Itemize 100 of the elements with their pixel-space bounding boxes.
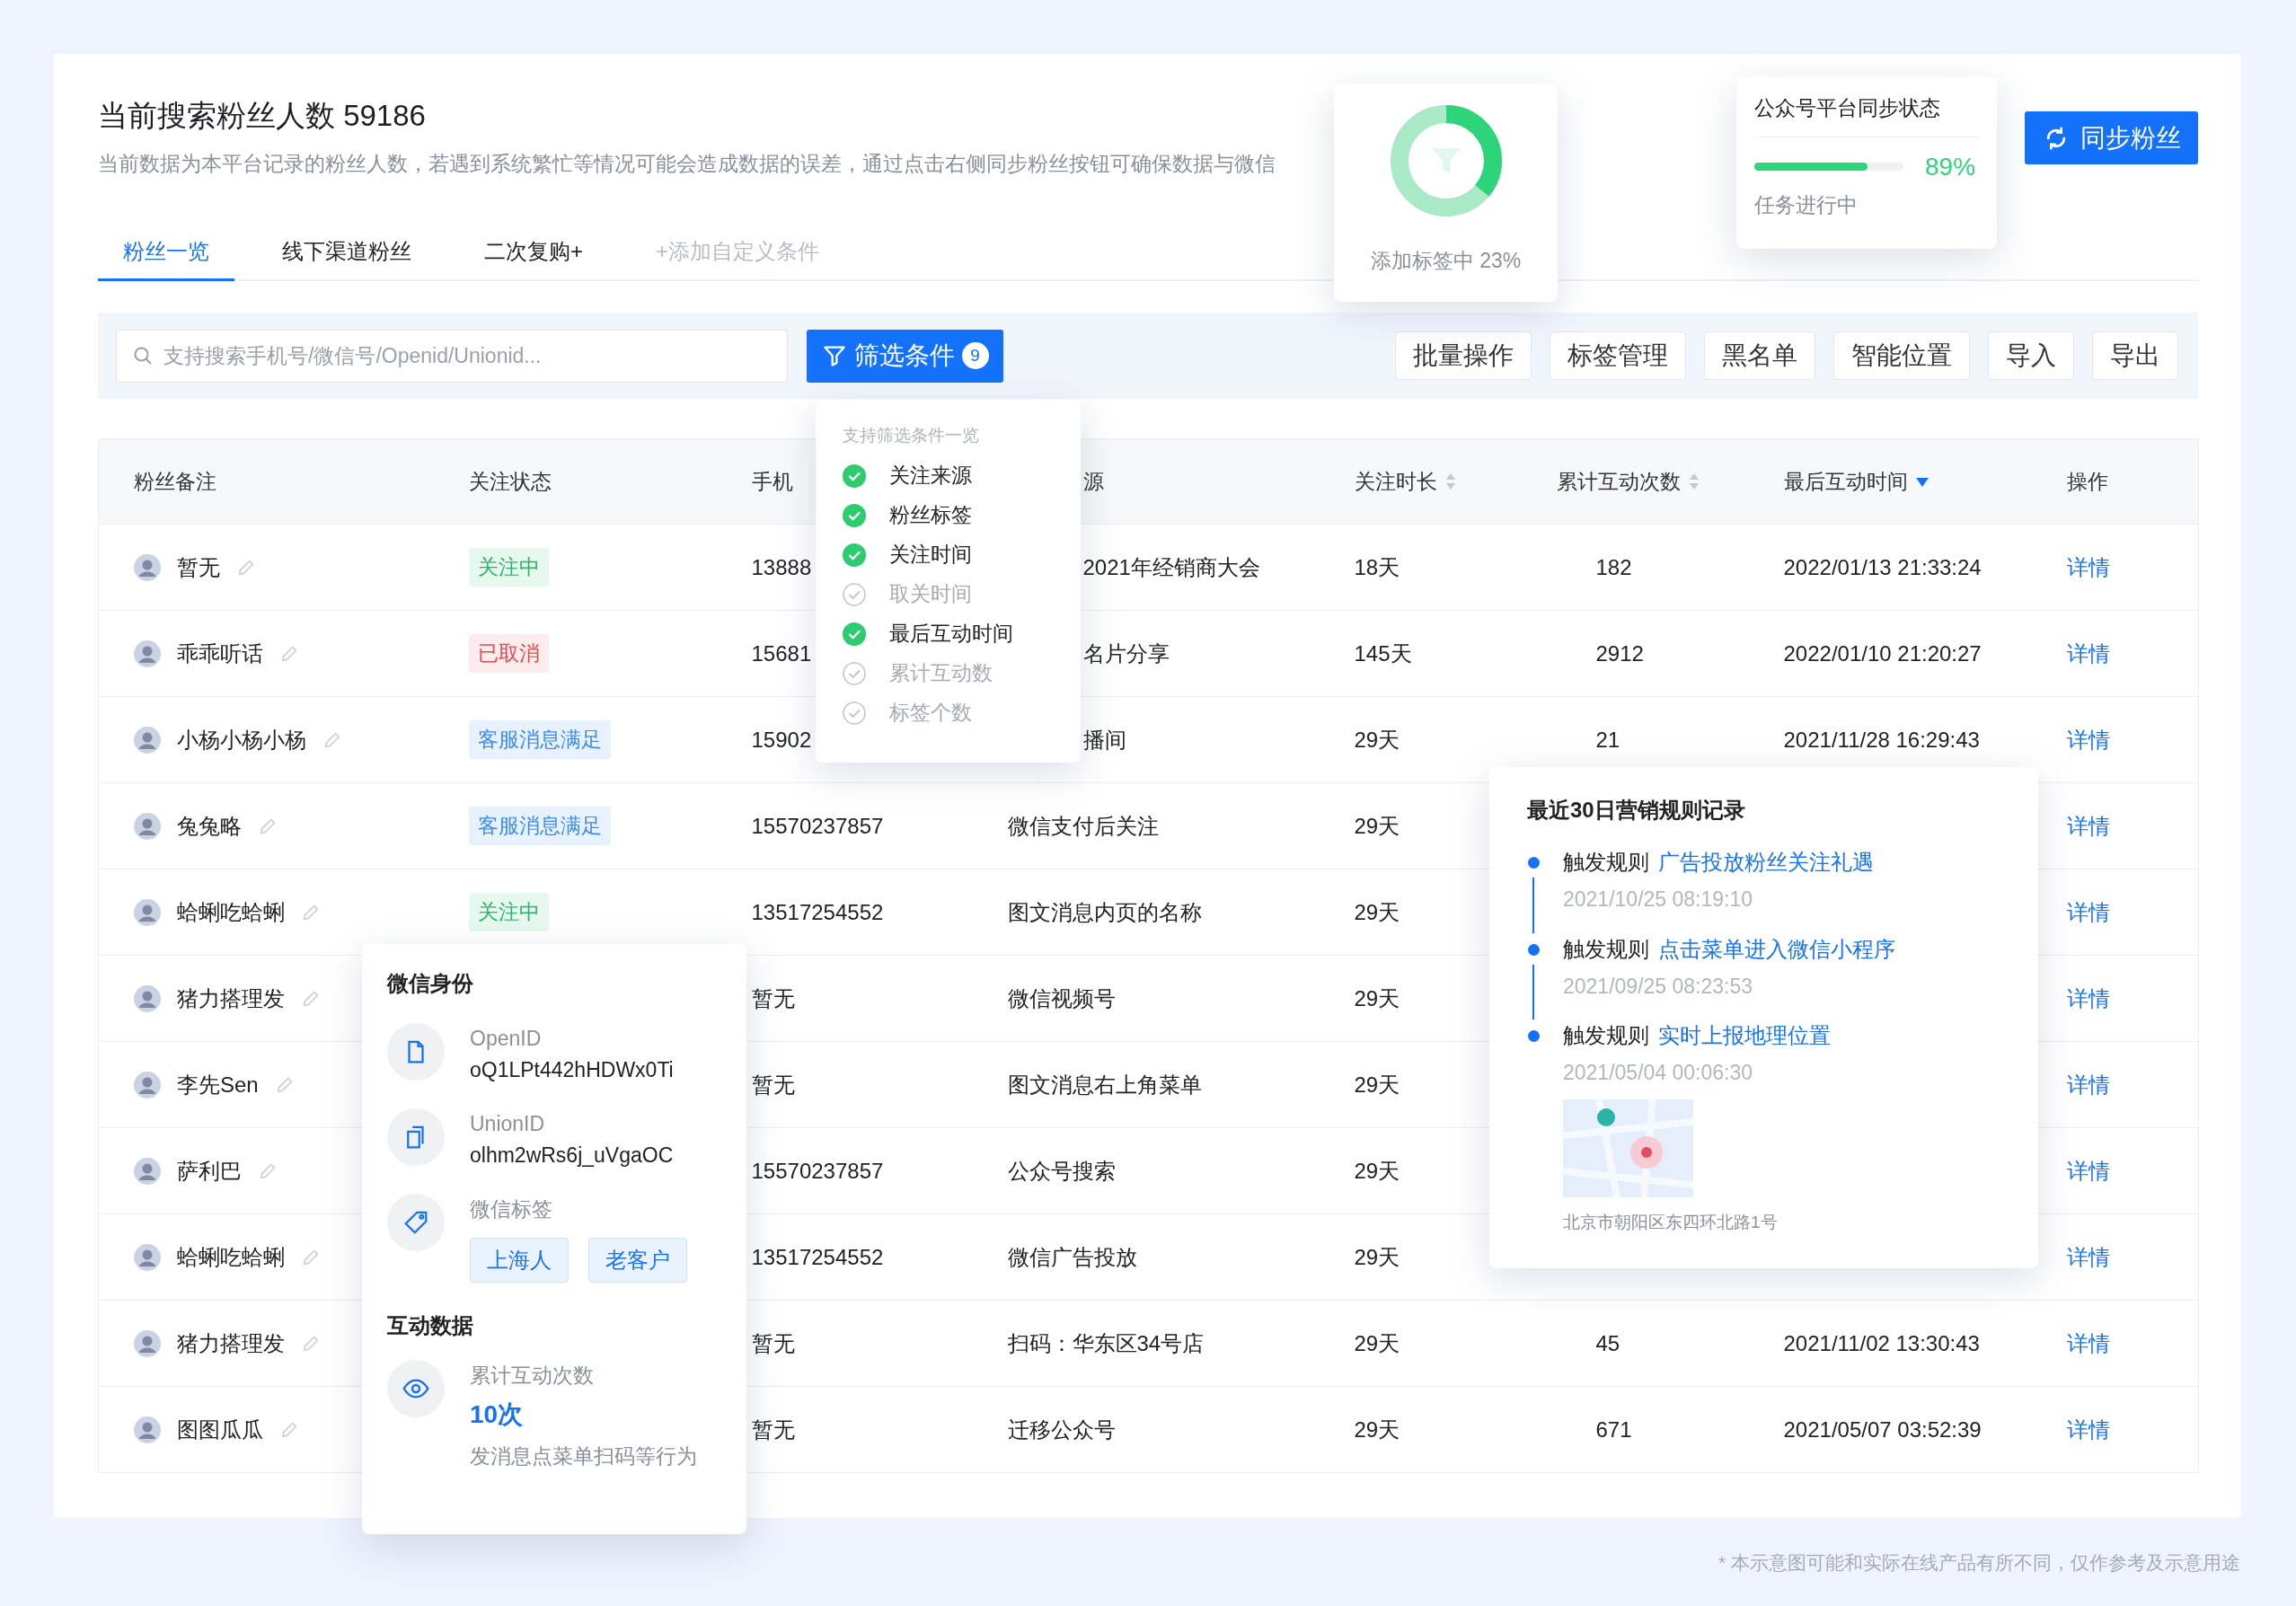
column-header: 关注状态 [468, 468, 552, 495]
action-button[interactable]: 批量操作 [1395, 331, 1532, 380]
fan-name: 乖乖听话 [177, 640, 263, 667]
fan-name: 小杨小杨小杨 [177, 726, 306, 754]
avatar [134, 1416, 161, 1443]
table-cell: 18天 [1339, 524, 1542, 611]
menu-item[interactable]: 标签个数 [889, 697, 972, 728]
search-field[interactable]: 支持搜索手机号/微信号/Openid/Unionid... [116, 329, 788, 383]
action-button[interactable]: 智能位置 [1833, 331, 1970, 380]
table-cell: 45 [1541, 1300, 1770, 1387]
disclaimer-text: * 本示意图可能和实际在线产品有所不同，仅作参考及示意用途 [1718, 1551, 2240, 1575]
table-cell: 182 [1541, 524, 1770, 611]
rule-prefix: 触发规则 [1563, 1022, 1649, 1049]
section-title: 微信身份 [387, 970, 474, 997]
progress-percent: 89% [1925, 151, 1976, 182]
sync-button[interactable]: 同步粉丝 [2025, 111, 2198, 164]
sort-descending-icon[interactable] [1914, 475, 1930, 488]
tab[interactable]: 粉丝一览 [98, 225, 234, 281]
fan-name: 李先Sen [177, 1071, 259, 1099]
detail-link[interactable]: 详情 [2066, 985, 2110, 1010]
detail-link[interactable]: 详情 [2066, 1158, 2110, 1183]
section-title: 互动数据 [387, 1311, 474, 1339]
check-circle-icon[interactable] [843, 463, 866, 488]
table-cell: 29天 [1339, 1300, 1542, 1387]
fan-name: 猪力搭理发 [177, 1329, 285, 1357]
action-button[interactable]: 标签管理 [1550, 331, 1686, 380]
table-cell: 15570237857 [737, 782, 993, 869]
popover-title: 公众号平台同步状态 [1754, 93, 1979, 137]
tag-icon [402, 1209, 429, 1236]
field-label: UnionID [470, 1111, 546, 1137]
tab[interactable]: 线下渠道粉丝 [257, 225, 437, 281]
progress-label: 添加标签中 23% [1370, 248, 1522, 274]
avatar [134, 984, 161, 1012]
field-label: OpenID [470, 1026, 543, 1052]
avatar [134, 1071, 161, 1099]
fan-name: 蛤蜊吃蛤蜊 [177, 1243, 285, 1271]
address-text: 北京市朝阳区东四环北路1号 [1563, 1211, 1779, 1233]
check-circle-icon[interactable] [843, 661, 866, 685]
column-header: 源 [1082, 468, 1104, 495]
detail-link[interactable]: 详情 [2066, 640, 2110, 666]
count-badge: 9 [961, 342, 989, 369]
timeline-line [1532, 964, 1534, 1019]
fan-name: 萨利巴 [177, 1157, 242, 1185]
table-cell: 2022/01/13 21:33:24 [1769, 524, 2053, 611]
avatar [134, 1157, 161, 1185]
check-circle-icon[interactable] [843, 701, 866, 725]
status-tag: 关注中 [468, 548, 549, 587]
menu-item[interactable]: 取关时间 [889, 578, 972, 610]
status-tag: 关注中 [468, 893, 549, 931]
fan-name: 暂无 [177, 553, 220, 581]
stat-label: 累计互动次数 [470, 1362, 595, 1389]
table-cell: 微信视频号 [993, 955, 1340, 1042]
rule-link[interactable]: 点击菜单进入微信小程序 [1658, 932, 1895, 966]
fan-name: 图图瓜瓜 [177, 1416, 263, 1443]
check-circle-icon[interactable] [843, 503, 866, 527]
check-circle-icon[interactable] [843, 543, 866, 567]
action-button[interactable]: 导出 [2092, 331, 2178, 380]
column-header: 操作 [2066, 468, 2108, 495]
column-header: 手机 [751, 468, 793, 495]
detail-link[interactable]: 详情 [2066, 1330, 2110, 1355]
table-cell: 2022/01/10 21:20:27 [1769, 610, 2053, 697]
rule-prefix: 触发规则 [1563, 935, 1649, 963]
menu-item[interactable]: 关注来源 [889, 460, 972, 491]
check-circle-icon[interactable] [843, 622, 866, 646]
status-tag: 已取消 [468, 634, 549, 673]
avatar [134, 812, 161, 840]
menu-item[interactable]: 关注时间 [889, 539, 972, 570]
status-tag: 客服消息满足 [468, 720, 611, 759]
rule-link[interactable]: 实时上报地理位置 [1658, 1019, 1831, 1052]
tag-chip: 上海人 [470, 1237, 569, 1283]
detail-link[interactable]: 详情 [2066, 899, 2110, 924]
table-cell: 迁移公众号 [993, 1386, 1340, 1473]
funnel-icon [1431, 148, 1461, 173]
table-cell: 公众号搜索 [993, 1127, 1340, 1214]
detail-link[interactable]: 详情 [2066, 554, 2110, 579]
action-button[interactable]: 导入 [1988, 331, 2074, 380]
action-button[interactable]: 黑名单 [1704, 331, 1815, 380]
fan-name: 猪力搭理发 [177, 984, 285, 1012]
column-header: 最后互动时间 [1783, 468, 1908, 495]
table-cell: 微信广告投放 [993, 1213, 1340, 1301]
field-label: 微信标签 [470, 1196, 553, 1222]
detail-link[interactable]: 详情 [2066, 727, 2110, 752]
detail-link[interactable]: 详情 [2066, 1416, 2110, 1442]
avatar [134, 553, 161, 581]
filter-button[interactable]: 筛选条件 9 [807, 329, 1003, 383]
column-header: 粉丝备注 [134, 468, 216, 495]
menu-item[interactable]: 累计互动数 [889, 657, 993, 689]
check-circle-icon[interactable] [843, 582, 866, 606]
menu-title: 支持筛选条件一览 [843, 425, 980, 446]
detail-link[interactable]: 详情 [2066, 1244, 2110, 1269]
detail-link[interactable]: 详情 [2066, 813, 2110, 838]
field-value: oQ1LPt442hHDWx0Ti [470, 1056, 674, 1083]
tag-chip: 老客户 [588, 1237, 687, 1283]
timestamp: 2021/05/04 00:06:30 [1563, 1060, 1754, 1086]
rule-link[interactable]: 广告投放粉丝关注礼遇 [1658, 846, 1874, 878]
timeline-line [1532, 878, 1534, 933]
tab[interactable]: 二次复购+ [459, 225, 608, 281]
table-cell: 2912 [1541, 610, 1770, 697]
status-text: 任务进行中 [1754, 191, 1859, 218]
detail-link[interactable]: 详情 [2066, 1072, 2110, 1097]
